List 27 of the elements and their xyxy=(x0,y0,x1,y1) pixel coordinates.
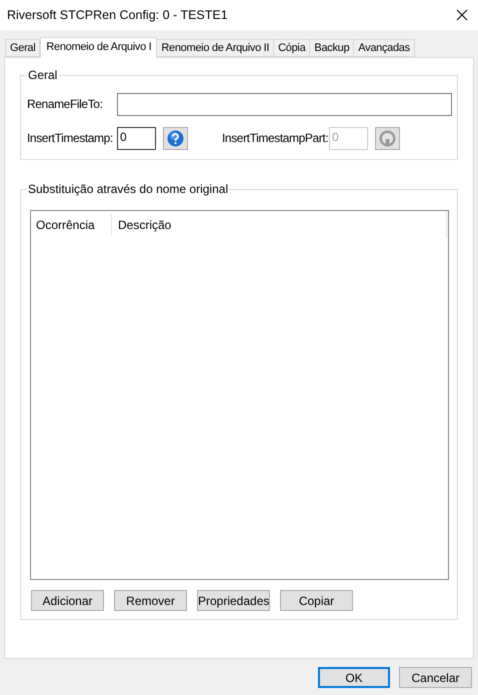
field-label: RenameFileTo: xyxy=(27,96,104,113)
group-title: Geral xyxy=(27,68,58,82)
close-icon[interactable] xyxy=(456,9,468,21)
dialog-button[interactable]: Cancelar xyxy=(399,667,472,688)
action-button[interactable]: Copiar xyxy=(280,590,353,611)
column-header[interactable]: Ocorrência xyxy=(31,214,112,236)
group-title: Substituição através do nome original xyxy=(27,182,230,196)
tab[interactable]: Renomeio de Arquivo I xyxy=(40,37,158,58)
rename-file-to-field[interactable] xyxy=(117,92,452,116)
tab[interactable]: Backup xyxy=(309,39,354,57)
tab[interactable]: Cópia xyxy=(273,39,310,57)
tab[interactable]: Geral xyxy=(5,39,40,57)
action-button[interactable]: Propriedades xyxy=(197,590,270,611)
dialog-button[interactable]: OK xyxy=(318,667,390,688)
action-button[interactable]: Remover xyxy=(114,590,187,611)
field-label: InsertTimestampPart: xyxy=(222,130,329,147)
action-button[interactable]: Adicionar xyxy=(31,590,104,611)
help-button[interactable] xyxy=(163,126,188,150)
field-label: InsertTimestamp: xyxy=(27,130,114,147)
help-icon xyxy=(167,130,184,146)
tab[interactable]: Avançadas xyxy=(353,39,415,57)
tab[interactable]: Renomeio de Arquivo II xyxy=(156,39,274,57)
circle-icon xyxy=(379,130,396,146)
list-view[interactable]: Ocorrência Descrição xyxy=(30,210,449,580)
window-title: Riversoft STCPRen Config: 0 - TESTE1 xyxy=(7,6,228,24)
column-header[interactable]: Descrição xyxy=(112,214,446,236)
insert-timestamp-field[interactable]: 0 xyxy=(117,126,156,150)
